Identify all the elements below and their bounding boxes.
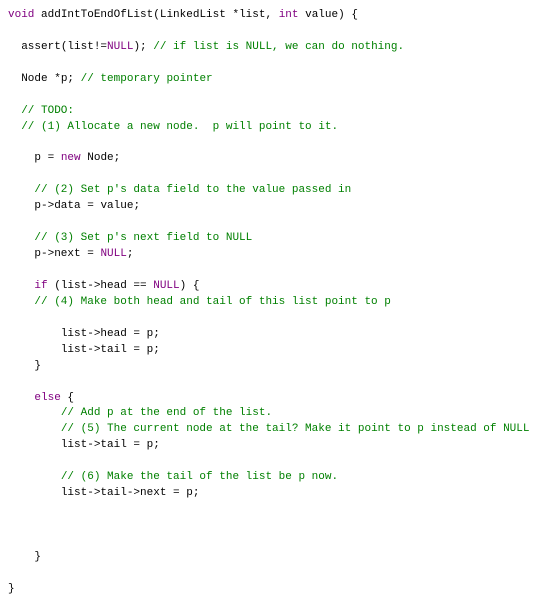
comment: // (2) Set p's data field to the value p… bbox=[34, 184, 351, 196]
comment: // (5) The current node at the tail? Mak… bbox=[61, 423, 530, 435]
type-node: Node bbox=[21, 73, 47, 85]
op-eq: = bbox=[127, 344, 147, 356]
brace-close: } bbox=[8, 583, 15, 595]
indent bbox=[8, 551, 34, 563]
op-eq: = bbox=[41, 152, 61, 164]
star: * bbox=[48, 73, 61, 85]
paren-open: ( bbox=[48, 280, 61, 292]
brace-close: } bbox=[34, 551, 41, 563]
paren-close: ); bbox=[133, 41, 146, 53]
keyword-if: if bbox=[34, 280, 47, 292]
indent bbox=[8, 121, 21, 133]
fn-assert: assert bbox=[21, 41, 61, 53]
expr-lhs: list->tail bbox=[61, 344, 127, 356]
indent bbox=[8, 296, 34, 308]
semi: ; bbox=[193, 487, 200, 499]
keyword-null: NULL bbox=[100, 248, 126, 260]
indent bbox=[8, 41, 21, 53]
comment: // (1) Allocate a new node. p will point… bbox=[21, 121, 338, 133]
op-neq: != bbox=[94, 41, 107, 53]
paren-open: ( bbox=[153, 9, 160, 21]
keyword-new: new bbox=[61, 152, 81, 164]
indent bbox=[8, 232, 34, 244]
expr-rhs: value bbox=[100, 200, 133, 212]
expr-lhs: list->tail->next bbox=[61, 487, 167, 499]
type-node: Node bbox=[87, 152, 113, 164]
op-eq: = bbox=[127, 439, 147, 451]
semi: ; bbox=[153, 439, 160, 451]
indent bbox=[8, 152, 34, 164]
indent bbox=[8, 73, 21, 85]
cond-lhs: list->head bbox=[61, 280, 127, 292]
expr-lhs: list->tail bbox=[61, 439, 127, 451]
expr-lhs: p->data bbox=[34, 200, 80, 212]
brace-open: { bbox=[345, 9, 358, 21]
indent bbox=[8, 471, 61, 483]
keyword-null: NULL bbox=[107, 41, 133, 53]
indent bbox=[8, 392, 34, 404]
comment: // TODO: bbox=[21, 105, 74, 117]
indent bbox=[8, 439, 61, 451]
expr-lhs: list->head bbox=[61, 328, 127, 340]
keyword-int: int bbox=[279, 9, 299, 21]
id-list: list bbox=[67, 41, 93, 53]
expr-rhs: p bbox=[186, 487, 193, 499]
indent bbox=[8, 407, 61, 419]
keyword-null: NULL bbox=[153, 280, 179, 292]
paren-brace: ) { bbox=[180, 280, 200, 292]
semi: ; bbox=[153, 328, 160, 340]
indent bbox=[8, 423, 61, 435]
indent bbox=[8, 360, 34, 372]
semi: ; bbox=[127, 248, 134, 260]
indent bbox=[8, 184, 34, 196]
brace-close: } bbox=[34, 360, 41, 372]
param-list: list bbox=[239, 9, 265, 21]
type-linkedlist: LinkedList bbox=[160, 9, 226, 21]
indent bbox=[8, 328, 61, 340]
op-eq: = bbox=[166, 487, 186, 499]
comment: // (6) Make the tail of the list be p no… bbox=[61, 471, 338, 483]
indent bbox=[8, 105, 21, 117]
comment: // (4) Make both head and tail of this l… bbox=[34, 296, 390, 308]
comma: , bbox=[265, 9, 278, 21]
keyword-else: else bbox=[34, 392, 60, 404]
op-eq: = bbox=[127, 328, 147, 340]
expr-lhs: p->next bbox=[34, 248, 80, 260]
function-name: addIntToEndOfList bbox=[41, 9, 153, 21]
keyword-void: void bbox=[8, 9, 34, 21]
indent bbox=[8, 280, 34, 292]
indent bbox=[8, 200, 34, 212]
comment: // temporary pointer bbox=[74, 73, 213, 85]
indent bbox=[8, 344, 61, 356]
op-eq: = bbox=[81, 248, 101, 260]
paren-close: ) bbox=[338, 9, 345, 21]
comment: // Add p at the end of the list. bbox=[61, 407, 272, 419]
comment: // (3) Set p's next field to NULL bbox=[34, 232, 252, 244]
param-value: value bbox=[299, 9, 339, 21]
semi: ; bbox=[114, 152, 121, 164]
semi: ; bbox=[153, 344, 160, 356]
indent bbox=[8, 487, 61, 499]
op-eq: = bbox=[81, 200, 101, 212]
code-block: void addIntToEndOfList(LinkedList *list,… bbox=[8, 8, 552, 598]
comment: // if list is NULL, we can do nothing. bbox=[147, 41, 404, 53]
semi: ; bbox=[133, 200, 140, 212]
op-eqeq: == bbox=[127, 280, 153, 292]
indent bbox=[8, 248, 34, 260]
brace-open: { bbox=[61, 392, 74, 404]
